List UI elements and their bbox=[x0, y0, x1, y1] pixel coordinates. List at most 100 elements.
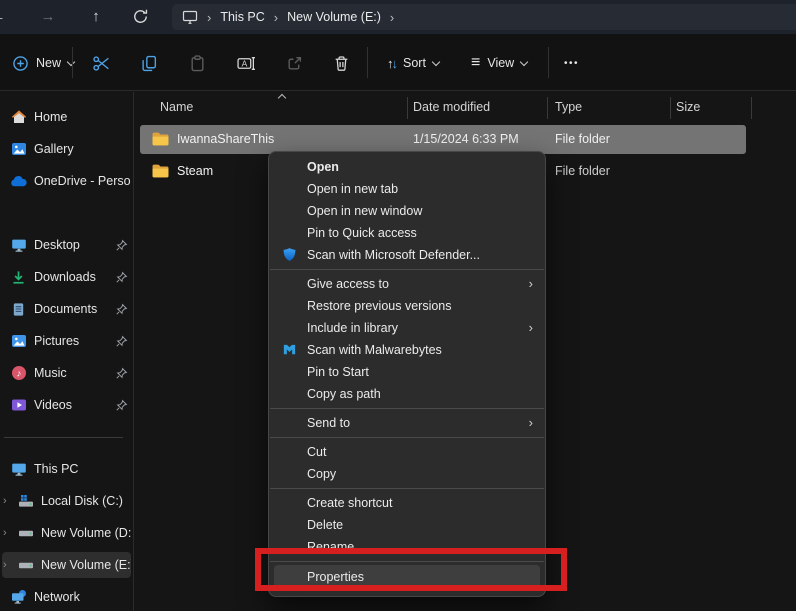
chevron-right-icon[interactable]: › bbox=[3, 527, 7, 539]
breadcrumb-new-volume-e[interactable]: New Volume (E:) bbox=[287, 10, 381, 24]
menu-item-delete[interactable]: Delete bbox=[269, 514, 545, 536]
column-header-name[interactable]: Name bbox=[160, 100, 193, 114]
view-button[interactable]: ≡ View bbox=[465, 48, 533, 78]
sidebar-item-this-pc[interactable]: This PC bbox=[2, 456, 131, 482]
menu-item-create-shortcut[interactable]: Create shortcut bbox=[269, 492, 545, 514]
context-menu: Open Open in new tab Open in new window … bbox=[268, 151, 546, 597]
menu-item-copy[interactable]: Copy bbox=[269, 463, 545, 485]
sidebar-section-divider bbox=[4, 437, 123, 438]
chevron-right-icon[interactable]: › bbox=[3, 495, 7, 507]
sidebar-item-new-volume-e[interactable]: › New Volume (E:) bbox=[2, 552, 131, 578]
column-header-row: Name Date modified Type Size bbox=[133, 93, 796, 121]
column-divider[interactable] bbox=[670, 97, 671, 119]
sort-icon: ↑↓ bbox=[387, 55, 398, 71]
menu-item-open[interactable]: Open bbox=[269, 156, 545, 178]
sidebar-item-new-volume-d[interactable]: › New Volume (D:) bbox=[2, 520, 131, 546]
column-header-date-modified[interactable]: Date modified bbox=[413, 100, 490, 114]
breadcrumb-separator[interactable]: › bbox=[390, 11, 394, 24]
breadcrumb-this-pc[interactable]: This PC bbox=[220, 10, 264, 24]
submenu-arrow-icon: › bbox=[528, 276, 533, 291]
column-divider[interactable] bbox=[407, 97, 408, 119]
sidebar-item-desktop[interactable]: Desktop bbox=[2, 232, 131, 258]
menu-item-pin-to-start[interactable]: Pin to Start bbox=[269, 361, 545, 383]
home-icon bbox=[10, 109, 27, 125]
sidebar-item-pictures[interactable]: Pictures bbox=[2, 328, 131, 354]
menu-item-open-in-new-tab[interactable]: Open in new tab bbox=[269, 178, 545, 200]
svg-text:♪: ♪ bbox=[16, 369, 21, 380]
sidebar-item-label: Home bbox=[34, 110, 68, 124]
sidebar-item-music[interactable]: ♪ Music bbox=[2, 360, 131, 386]
menu-item-open-in-new-window[interactable]: Open in new window bbox=[269, 200, 545, 222]
sidebar-item-downloads[interactable]: Downloads bbox=[2, 264, 131, 290]
pin-icon bbox=[115, 399, 128, 412]
submenu-arrow-icon: › bbox=[528, 320, 533, 335]
submenu-arrow-icon: › bbox=[528, 415, 533, 430]
sidebar-item-label: Music bbox=[34, 366, 67, 380]
picture-icon bbox=[10, 333, 27, 349]
menu-separator bbox=[270, 437, 544, 438]
sidebar-item-videos[interactable]: Videos bbox=[2, 392, 131, 418]
menu-item-include-in-library[interactable]: Include in library › bbox=[269, 317, 545, 339]
column-header-size[interactable]: Size bbox=[676, 100, 700, 114]
column-divider[interactable] bbox=[751, 97, 752, 119]
file-name: Steam bbox=[177, 164, 214, 178]
view-list-icon: ≡ bbox=[471, 54, 481, 71]
menu-item-give-access-to[interactable]: Give access to › bbox=[269, 273, 545, 295]
back-icon[interactable]: ← bbox=[0, 6, 10, 28]
up-icon[interactable]: ↑ bbox=[84, 6, 108, 28]
command-toolbar: New A ↑↓ Sort ≡ View ••• bbox=[0, 34, 796, 91]
menu-item-pin-to-quick-access[interactable]: Pin to Quick access bbox=[269, 222, 545, 244]
sidebar-item-label: This PC bbox=[34, 462, 79, 476]
sort-button[interactable]: ↑↓ Sort bbox=[381, 48, 445, 78]
copy-button[interactable] bbox=[135, 48, 164, 78]
chevron-right-icon[interactable]: › bbox=[3, 559, 7, 571]
sidebar-item-documents[interactable]: Documents bbox=[2, 296, 131, 322]
delete-button[interactable] bbox=[327, 48, 356, 78]
menu-item-copy-as-path[interactable]: Copy as path bbox=[269, 383, 545, 405]
video-play-icon bbox=[10, 397, 27, 413]
more-options-button[interactable]: ••• bbox=[558, 48, 585, 78]
new-button-label: New bbox=[36, 56, 62, 70]
sidebar-item-home[interactable]: Home bbox=[2, 104, 131, 130]
pin-icon bbox=[115, 239, 128, 252]
menu-item-scan-with-malwarebytes[interactable]: Scan with Malwarebytes bbox=[269, 339, 545, 361]
menu-separator bbox=[270, 269, 544, 270]
chevron-down-icon bbox=[519, 57, 529, 66]
paste-button[interactable] bbox=[183, 48, 212, 78]
forward-icon[interactable]: → bbox=[36, 6, 60, 28]
share-button[interactable] bbox=[280, 48, 309, 78]
column-divider[interactable] bbox=[547, 97, 548, 119]
menu-separator bbox=[270, 408, 544, 409]
sidebar-item-onedrive[interactable]: OneDrive - Persona bbox=[2, 168, 131, 194]
sidebar-item-label: Documents bbox=[34, 302, 98, 316]
onedrive-cloud-icon bbox=[10, 173, 27, 189]
network-icon bbox=[10, 589, 27, 605]
download-arrow-icon bbox=[10, 269, 27, 285]
menu-item-restore-previous-versions[interactable]: Restore previous versions bbox=[269, 295, 545, 317]
menu-item-cut[interactable]: Cut bbox=[269, 441, 545, 463]
menu-item-scan-with-microsoft-defender[interactable]: Scan with Microsoft Defender... bbox=[269, 244, 545, 266]
trash-icon bbox=[333, 55, 350, 72]
rename-icon: A bbox=[237, 55, 256, 72]
sidebar-item-label: New Volume (E:) bbox=[41, 558, 131, 572]
rename-button[interactable]: A bbox=[231, 48, 262, 78]
menu-item-send-to[interactable]: Send to › bbox=[269, 412, 545, 434]
sidebar-item-label: Downloads bbox=[34, 270, 96, 284]
pin-icon bbox=[115, 303, 128, 316]
folder-icon bbox=[152, 164, 169, 178]
sidebar-item-network[interactable]: Network bbox=[2, 584, 131, 610]
sidebar-item-local-disk-c[interactable]: › Local Disk (C:) bbox=[2, 488, 131, 514]
paste-icon bbox=[189, 54, 206, 72]
address-bar[interactable]: › This PC › New Volume (E:) › bbox=[172, 4, 796, 30]
cut-button[interactable] bbox=[86, 48, 117, 78]
breadcrumb-separator: › bbox=[273, 9, 279, 25]
svg-text:A: A bbox=[242, 58, 248, 68]
sidebar-item-label: Local Disk (C:) bbox=[41, 494, 123, 508]
column-header-type[interactable]: Type bbox=[555, 100, 582, 114]
new-button[interactable]: New bbox=[6, 48, 80, 78]
sidebar-item-label: Desktop bbox=[34, 238, 80, 252]
pin-icon bbox=[115, 367, 128, 380]
desktop-monitor-icon bbox=[10, 237, 27, 253]
sidebar-item-gallery[interactable]: Gallery bbox=[2, 136, 131, 162]
refresh-icon[interactable] bbox=[132, 8, 156, 30]
